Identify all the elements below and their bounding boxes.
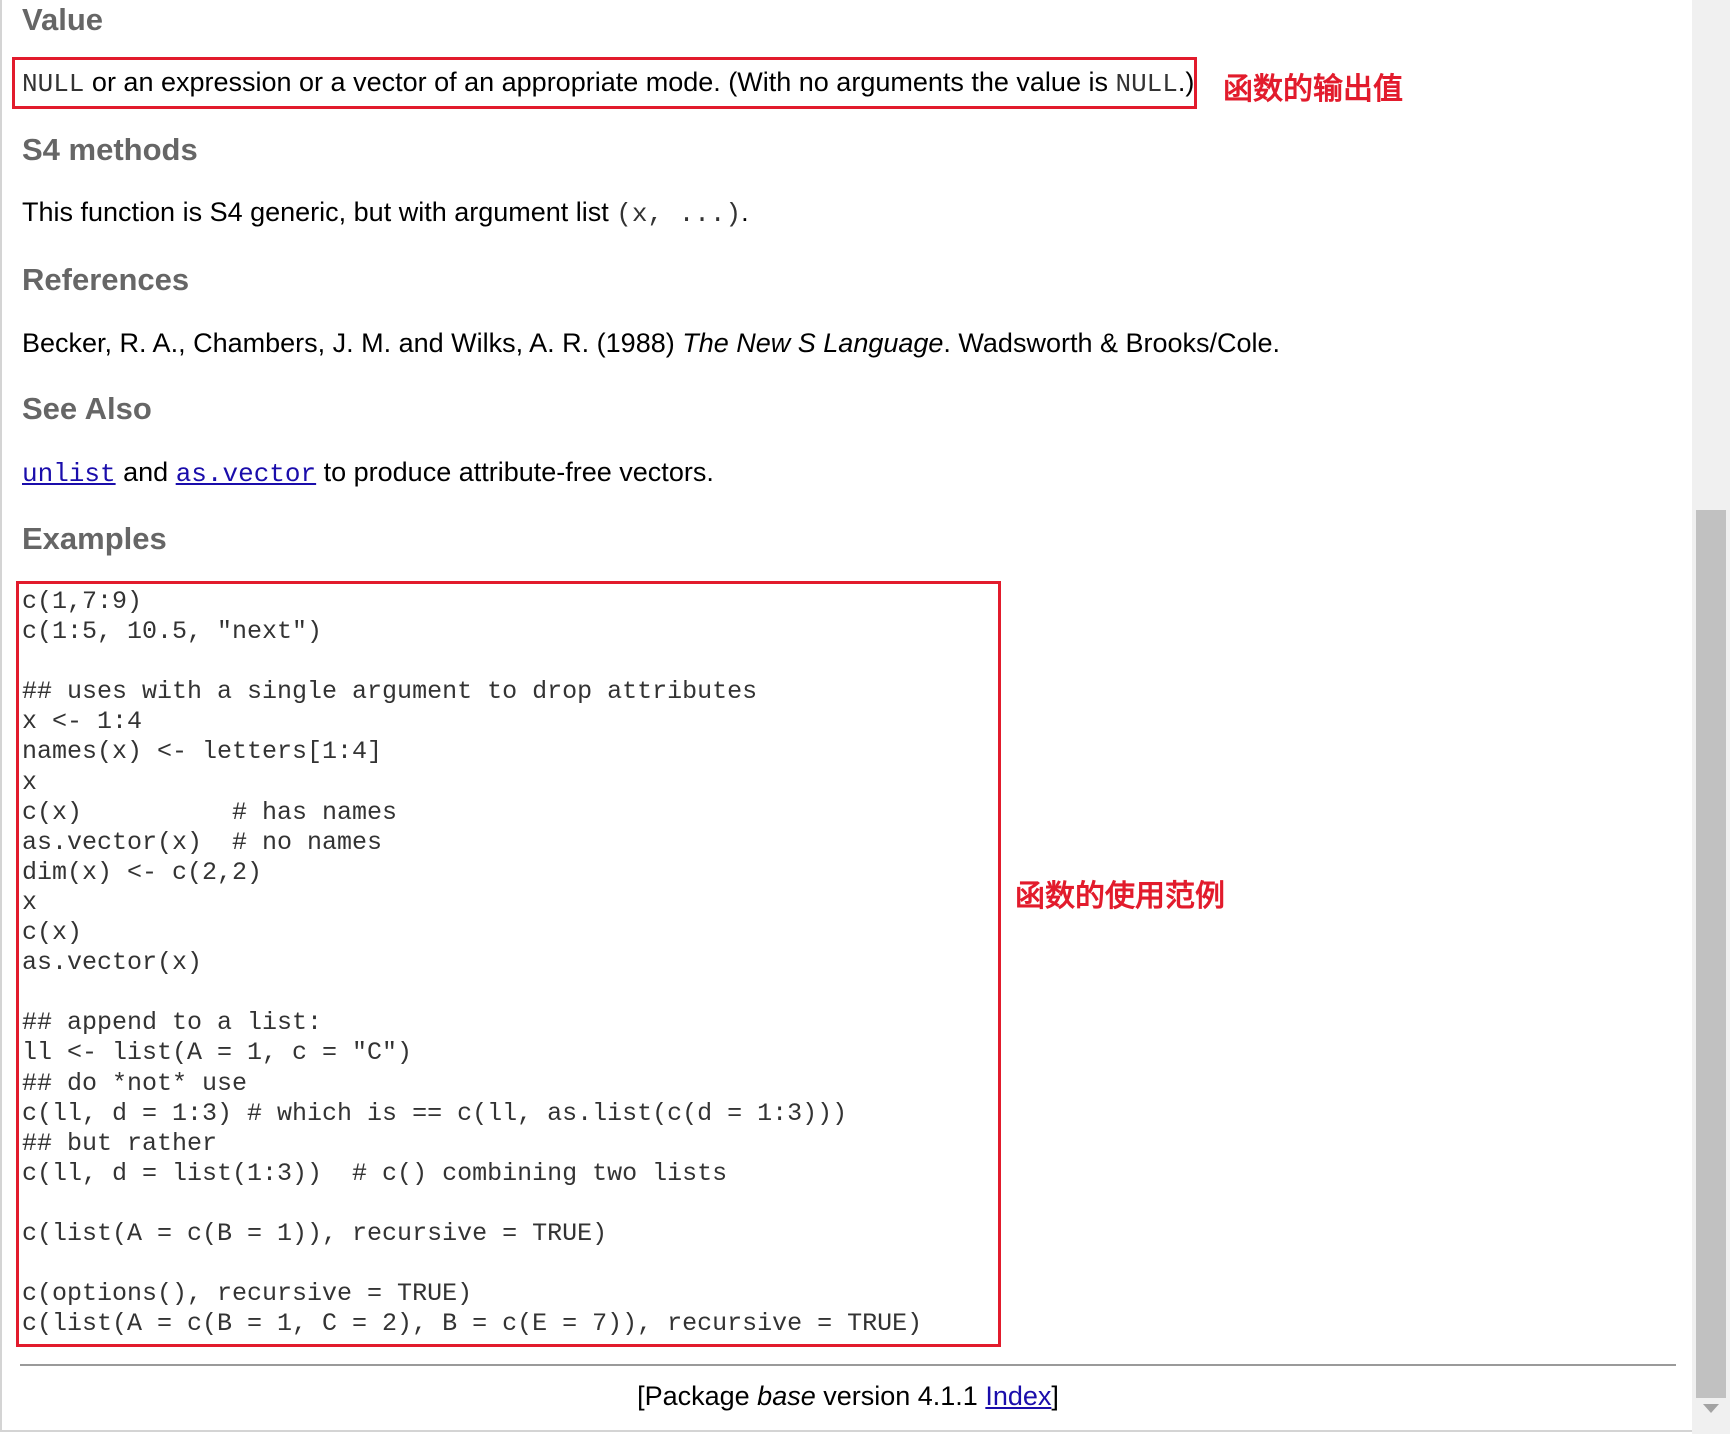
references-heading: References: [22, 262, 190, 297]
package-footer: [Package base version 4.1.1 Index]: [637, 1381, 1059, 1411]
examples-annotation: 函数的使用范例: [1015, 879, 1225, 914]
argument-list-code: (x, ...): [616, 199, 742, 229]
vertical-scrollbar[interactable]: [1692, 0, 1730, 1434]
scroll-down-arrow-icon[interactable]: [1703, 1404, 1719, 1413]
see-also-text: unlist and as.vector to produce attribut…: [22, 457, 714, 489]
package-name: base: [757, 1381, 816, 1411]
index-link[interactable]: Index: [985, 1381, 1051, 1411]
s4-description: This function is S4 generic, but with ar…: [22, 197, 749, 229]
unlist-link[interactable]: unlist: [22, 459, 116, 489]
as-vector-link[interactable]: as.vector: [176, 459, 316, 489]
examples-heading: Examples: [22, 521, 167, 556]
see-also-heading: See Also: [22, 391, 152, 426]
value-heading: Value: [22, 2, 103, 37]
reference-citation: Becker, R. A., Chambers, J. M. and Wilks…: [22, 328, 1281, 358]
footer-divider: [20, 1364, 1676, 1366]
book-title: The New S Language: [682, 328, 944, 358]
value-annotation: 函数的输出值: [1223, 72, 1403, 107]
value-highlight-box: [12, 57, 1197, 109]
examples-highlight-box: [16, 581, 1001, 1347]
scrollbar-thumb[interactable]: [1696, 510, 1726, 1398]
s4-methods-heading: S4 methods: [22, 132, 198, 167]
help-page: Value NULL or an expression or a vector …: [0, 0, 1692, 1432]
